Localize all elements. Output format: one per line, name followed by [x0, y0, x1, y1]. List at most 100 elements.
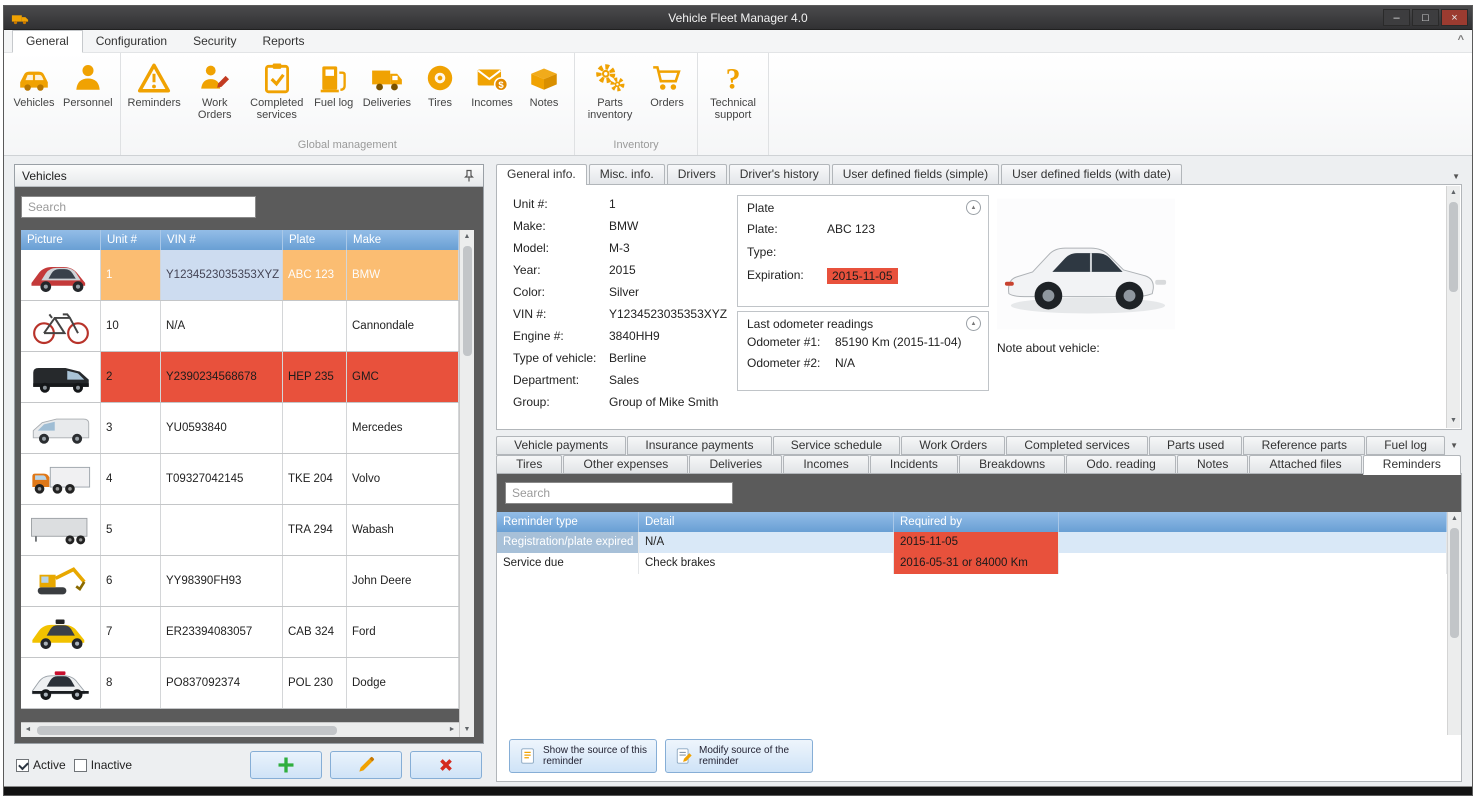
ribbon-button-label: Completed services — [250, 97, 304, 121]
active-checkbox-label: Active — [33, 758, 66, 772]
vehicle-row[interactable]: 1 Y1234523035353XYZ ABC 123 BMW — [21, 250, 459, 301]
sub-tab-reference-parts[interactable]: Reference parts — [1243, 436, 1366, 455]
scroll-down-icon[interactable]: ▼ — [1447, 414, 1461, 428]
scroll-up-icon[interactable]: ▲ — [1448, 512, 1462, 526]
close-button[interactable]: × — [1441, 9, 1468, 26]
ribbon-button-personnel[interactable]: Personnel — [60, 58, 116, 109]
vehicle-row[interactable]: 8 PO837092374 POL 230 Dodge — [21, 658, 459, 709]
vehicle-row[interactable]: 6 YY98390FH93 John Deere — [21, 556, 459, 607]
ribbon-button-technical-support[interactable]: ? Technical support — [702, 58, 764, 121]
scroll-up-icon[interactable]: ▲ — [1447, 186, 1461, 200]
ribbon-button-notes[interactable]: Notes — [518, 58, 570, 109]
sub-tab-tires[interactable]: Tires — [496, 455, 563, 474]
sub-tab-odo-reading[interactable]: Odo. reading — [1066, 455, 1176, 474]
sub-tab-vehicle-payments[interactable]: Vehicle payments — [496, 436, 627, 455]
modify-source-of-the-reminder-button[interactable]: Modify source of the reminder — [665, 739, 813, 773]
sub-tab-deliveries[interactable]: Deliveries — [689, 455, 783, 474]
reminder-column-header-blank[interactable] — [1059, 512, 1447, 532]
reminder-column-header-detail[interactable]: Detail — [639, 512, 894, 532]
reminders-vertical-scrollbar[interactable]: ▲ — [1447, 512, 1461, 735]
scrollbar-thumb[interactable] — [37, 725, 337, 735]
ribbon-button-tires[interactable]: Tires — [414, 58, 466, 109]
sub-tab-insurance-payments[interactable]: Insurance payments — [627, 436, 772, 455]
reminder-row[interactable]: Service due Check brakes 2016-05-31 or 840… — [497, 553, 1447, 574]
scrollbar-thumb[interactable] — [1450, 528, 1459, 638]
tabs-overflow-icon[interactable]: ▼ — [1452, 172, 1460, 181]
vehicle-row[interactable]: 5 TRA 294 Wabash — [21, 505, 459, 556]
inactive-checkbox[interactable] — [73, 758, 87, 772]
ribbon-button-completed-services[interactable]: Completed services — [246, 58, 308, 121]
vehicles-horizontal-scrollbar[interactable]: ◄ ► — [21, 722, 459, 737]
scrollbar-thumb[interactable] — [462, 246, 472, 356]
ribbon-button-incomes[interactable]: $ Incomes — [466, 58, 518, 109]
ribbon-button-fuel-log[interactable]: Fuel log — [308, 58, 360, 109]
sub-tab-completed-services[interactable]: Completed services — [1006, 436, 1148, 455]
vehicle-row[interactable]: 10 N/A Cannondale — [21, 301, 459, 352]
column-header-picture[interactable]: Picture — [21, 230, 101, 250]
ribbon-button-parts-inventory[interactable]: Parts inventory — [579, 58, 641, 121]
menu-tab-configuration[interactable]: Configuration — [83, 31, 180, 52]
reminders-footer: Show the source of this reminder Modify s… — [497, 735, 1461, 781]
sub-tab-attached-files[interactable]: Attached files — [1249, 455, 1362, 474]
column-header-make[interactable]: Make — [347, 230, 459, 250]
vehicles-search-input[interactable] — [21, 196, 256, 218]
edit-vehicle-button[interactable] — [330, 751, 402, 779]
sub-tab-breakdowns[interactable]: Breakdowns — [959, 455, 1066, 474]
detail-tab-user-defined-fields-with-date[interactable]: User defined fields (with date) — [1001, 164, 1182, 184]
menu-tab-security[interactable]: Security — [180, 31, 249, 52]
sub-tab-work-orders[interactable]: Work Orders — [901, 436, 1006, 455]
reminder-column-header-reminder-type[interactable]: Reminder type — [497, 512, 639, 532]
detail-tab-misc-info[interactable]: Misc. info. — [588, 164, 665, 184]
sub-tab-other-expenses[interactable]: Other expenses — [563, 455, 689, 474]
scroll-left-icon[interactable]: ◄ — [21, 723, 35, 737]
scroll-right-icon[interactable]: ► — [445, 723, 459, 737]
column-header-unit[interactable]: Unit # — [101, 230, 161, 250]
minimize-button[interactable]: – — [1383, 9, 1410, 26]
ribbon-button-work-orders[interactable]: Work Orders — [184, 58, 246, 121]
sub-tab-incidents[interactable]: Incidents — [869, 455, 959, 474]
detail-tab-user-defined-fields-simple[interactable]: User defined fields (simple) — [831, 164, 1000, 184]
sub-tab-reminders[interactable]: Reminders — [1362, 455, 1461, 475]
vehicle-row[interactable]: 7 ER23394083057 CAB 324 Ford — [21, 607, 459, 658]
reminders-search-input[interactable] — [505, 482, 733, 504]
column-header-plate[interactable]: Plate — [283, 230, 347, 250]
ribbon-button-deliveries[interactable]: Deliveries — [360, 58, 414, 109]
column-header-vin[interactable]: VIN # — [161, 230, 283, 250]
active-checkbox[interactable] — [16, 758, 29, 772]
reminder-column-header-required-by[interactable]: Required by — [894, 512, 1059, 532]
menu-tab-reports[interactable]: Reports — [249, 31, 317, 52]
ribbon-button-reminders[interactable]: Reminders — [125, 58, 184, 109]
sub-tab-fuel-log[interactable]: Fuel log — [1366, 436, 1446, 455]
reminder-row[interactable]: Registration/plate expired N/A 2015-11-05 — [497, 532, 1447, 553]
sub-tabs-overflow-icon[interactable]: ▼ — [1446, 436, 1462, 455]
collapse-icon[interactable]: ▲ — [966, 200, 981, 215]
scroll-up-icon[interactable]: ▲ — [460, 230, 474, 244]
ribbon-button-vehicles[interactable]: Vehicles — [8, 58, 60, 109]
show-the-source-of-this-reminder-button[interactable]: Show the source of this reminder — [509, 739, 657, 773]
maximize-button[interactable]: □ — [1412, 9, 1439, 26]
ribbon-collapse-icon[interactable]: ^ — [1458, 34, 1464, 46]
menu-tab-general[interactable]: General — [12, 30, 83, 53]
vehicle-plate-cell — [283, 403, 347, 453]
pin-icon[interactable] — [462, 169, 476, 183]
scroll-down-icon[interactable]: ▼ — [460, 723, 474, 737]
vehicle-row[interactable]: 3 YU0593840 Mercedes — [21, 403, 459, 454]
scrollbar-thumb[interactable] — [1449, 202, 1458, 292]
sub-tab-service-schedule[interactable]: Service schedule — [772, 436, 901, 455]
sub-tabs: Vehicle payments Insurance payments Servic… — [496, 436, 1462, 475]
window-controls: – □ × — [1381, 9, 1468, 26]
detail-tab-driver-s-history[interactable]: Driver's history — [728, 164, 830, 184]
sub-tab-notes[interactable]: Notes — [1176, 455, 1249, 474]
vehicle-row[interactable]: 2 Y2390234568678 HEP 235 GMC — [21, 352, 459, 403]
detail-tab-general-info[interactable]: General info. — [496, 164, 587, 185]
info-vertical-scrollbar[interactable]: ▲ ▼ — [1446, 186, 1460, 428]
ribbon-button-orders[interactable]: Orders — [641, 58, 693, 109]
sub-tab-incomes[interactable]: Incomes — [783, 455, 869, 474]
vehicles-vertical-scrollbar[interactable]: ▲ ▼ — [459, 230, 474, 737]
collapse-icon[interactable]: ▲ — [966, 316, 981, 331]
delete-vehicle-button[interactable] — [410, 751, 482, 779]
detail-tab-drivers[interactable]: Drivers — [666, 164, 727, 184]
vehicle-row[interactable]: 4 T09327042145 TKE 204 Volvo — [21, 454, 459, 505]
sub-tab-parts-used[interactable]: Parts used — [1148, 436, 1243, 455]
add-vehicle-button[interactable] — [250, 751, 322, 779]
